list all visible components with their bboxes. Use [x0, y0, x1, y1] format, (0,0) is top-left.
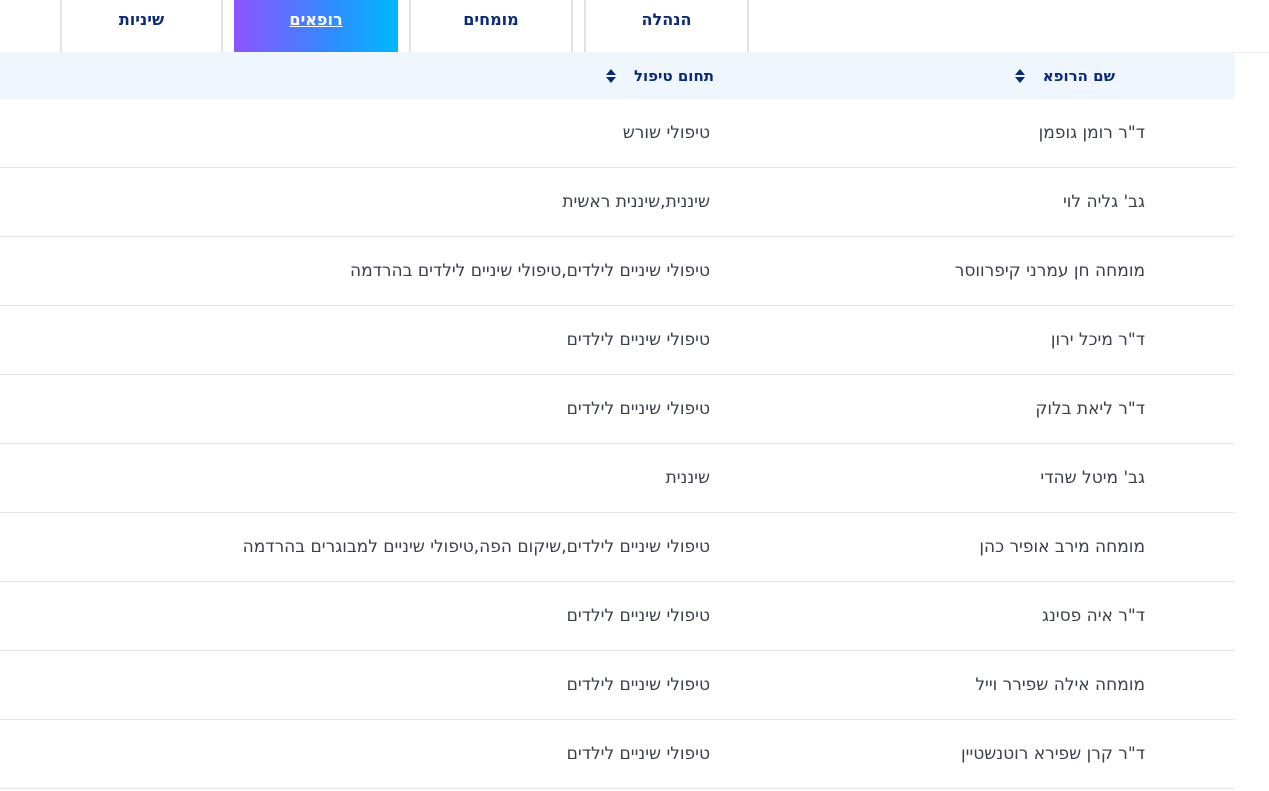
sort-icon[interactable] — [1014, 68, 1025, 84]
column-header-doctor-name[interactable]: שם הרופא — [1014, 52, 1115, 99]
doctor-name-cell: ד"ר איה פסינג — [1041, 606, 1145, 626]
tab-management-label: הנהלה — [641, 10, 692, 29]
treatment-field-cell: טיפולי שיניים לילדים,טיפולי שיניים לילדי… — [349, 261, 710, 281]
tab-doctors[interactable]: רופאים — [234, 0, 398, 52]
treatment-field-cell: טיפולי שיניים לילדים — [566, 399, 710, 419]
treatment-field-cell: שיננית,שיננית ראשית — [562, 192, 710, 212]
doctors-table-body: ד"ר רומן גופמן טיפולי שורש גב' גליה לוי … — [0, 99, 1235, 789]
doctor-name-cell: גב' גליה לוי — [1063, 192, 1145, 212]
doctor-name-cell: מומחה מירב אופיר כהן — [979, 537, 1145, 557]
tab-bar: שיניות רופאים מומחים הנהלה — [0, 0, 1269, 53]
sort-icon[interactable] — [605, 68, 616, 84]
table-row: ד"ר איה פסינג טיפולי שיניים לילדים — [0, 582, 1235, 651]
column-header-treatment-field[interactable]: תחום טיפול — [605, 52, 714, 99]
treatment-field-cell: טיפולי שיניים לילדים,שיקום הפה,טיפולי שי… — [242, 537, 710, 557]
table-header: שם הרופא תחום טיפול — [0, 52, 1235, 99]
table-row: ד"ר רומן גופמן טיפולי שורש — [0, 99, 1235, 168]
doctor-name-cell: מומחה אילה שפירר וייל — [975, 675, 1145, 695]
treatment-field-cell: טיפולי שיניים לילדים — [566, 330, 710, 350]
tab-specialists[interactable]: מומחים — [409, 0, 573, 52]
treatment-field-cell: טיפולי שיניים לילדים — [566, 606, 710, 626]
doctor-name-cell: גב' מיטל שהדי — [1040, 468, 1145, 488]
table-row: מומחה מירב אופיר כהן טיפולי שיניים לילדי… — [0, 513, 1235, 582]
treatment-field-cell: שיננית — [665, 468, 710, 488]
column-header-treatment-field-label: תחום טיפול — [633, 66, 714, 85]
table-row: ד"ר מיכל ירון טיפולי שיניים לילדים — [0, 306, 1235, 375]
table-row: ד"ר קרן שפירא רוטנשטיין טיפולי שיניים לי… — [0, 720, 1235, 789]
doctor-name-cell: מומחה חן עמרני קיפרווסר — [954, 261, 1145, 281]
doctor-name-cell: ד"ר מיכל ירון — [1050, 330, 1145, 350]
table-row: מומחה אילה שפירר וייל טיפולי שיניים לילד… — [0, 651, 1235, 720]
tab-hygienists[interactable]: שיניות — [60, 0, 223, 52]
treatment-field-cell: טיפולי שורש — [622, 123, 710, 143]
doctor-name-cell: ד"ר רומן גופמן — [1038, 123, 1145, 143]
tab-doctors-label: רופאים — [289, 10, 343, 29]
tab-specialists-label: מומחים — [463, 10, 519, 29]
doctor-name-cell: ד"ר קרן שפירא רוטנשטיין — [961, 744, 1145, 764]
table-row: גב' מיטל שהדי שיננית — [0, 444, 1235, 513]
treatment-field-cell: טיפולי שיניים לילדים — [566, 744, 710, 764]
tab-management[interactable]: הנהלה — [584, 0, 749, 52]
column-header-doctor-name-label: שם הרופא — [1042, 66, 1115, 85]
tab-hygienists-label: שיניות — [118, 10, 165, 29]
doctor-name-cell: ד"ר ליאת בלוק — [1035, 399, 1145, 419]
table-row: מומחה חן עמרני קיפרווסר טיפולי שיניים לי… — [0, 237, 1235, 306]
table-row: גב' גליה לוי שיננית,שיננית ראשית — [0, 168, 1235, 237]
table-row: ד"ר ליאת בלוק טיפולי שיניים לילדים — [0, 375, 1235, 444]
treatment-field-cell: טיפולי שיניים לילדים — [566, 675, 710, 695]
